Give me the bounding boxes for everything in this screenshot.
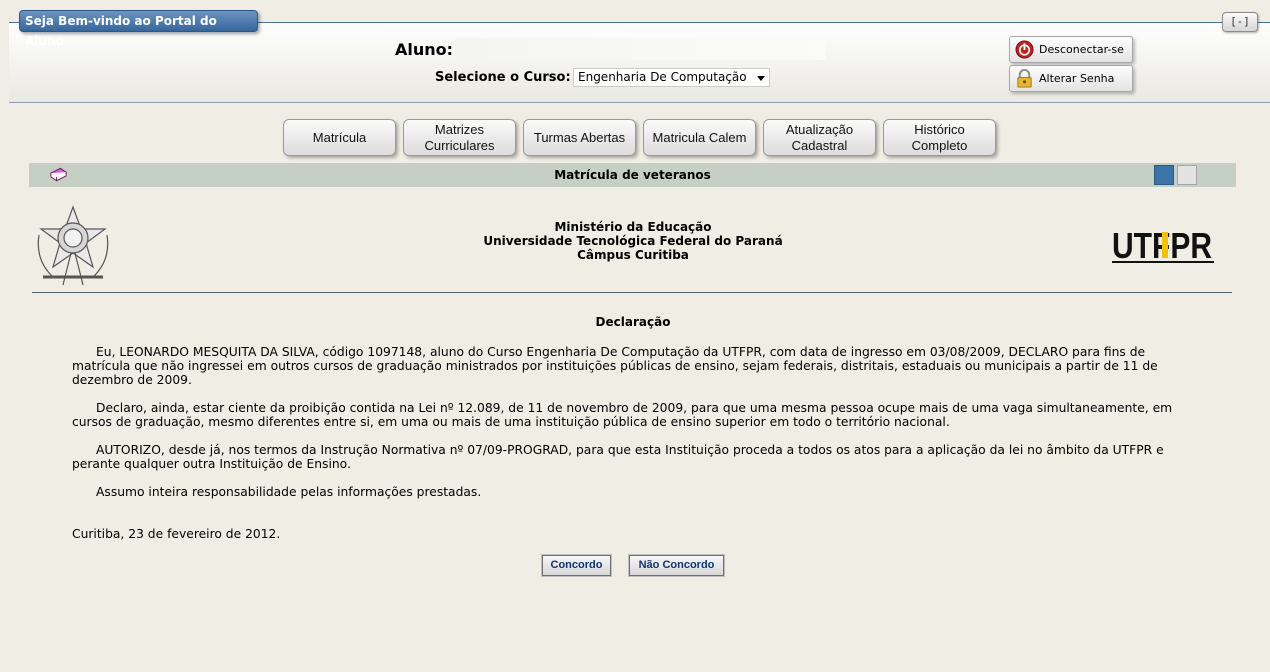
declaration-title: Declaração: [595, 315, 671, 329]
change-password-button[interactable]: Alterar Senha: [1009, 65, 1133, 92]
menu-label: Atualização: [785, 121, 854, 137]
declaration-paragraph-1: Eu, LEONARDO MESQUITA DA SILVA, código 1…: [72, 345, 1158, 387]
menu-matricula-calem-button[interactable]: Matricula Calem: [643, 119, 756, 156]
city-date: Curitiba, 23 de fevereiro de 2012.: [72, 527, 281, 541]
menu-matricula-button[interactable]: Matrícula: [283, 119, 396, 156]
divider: [32, 292, 1232, 293]
menu-label: Curriculares: [424, 137, 495, 153]
menu-label: Completo: [911, 137, 968, 153]
institution-line-campus: Câmpus Curitiba: [577, 248, 689, 262]
view-mode-gray-toggle[interactable]: [1177, 165, 1197, 185]
utfpr-logo: UTFPR: [1112, 226, 1214, 266]
declaration-paragraph-2: Declaro, ainda, estar ciente da proibiçã…: [72, 401, 1173, 429]
menu-matrizes-curriculares-button[interactable]: Matrizes Curriculares: [403, 119, 516, 156]
disconnect-label: Desconectar-se: [1039, 43, 1124, 56]
curso-label: Selecione o Curso:: [435, 70, 571, 85]
institution-header: Ministério da Educação Universidade Tecn…: [433, 220, 833, 262]
chevron-down-icon: [757, 76, 765, 81]
menu-label: Turmas Abertas: [533, 129, 626, 145]
declaration-paragraph-3: AUTORIZO, desde já, nos termos da Instru…: [72, 443, 1164, 471]
menu-label: Matrícula: [312, 129, 367, 145]
menu-label: Histórico: [914, 121, 965, 137]
brazil-coat-of-arms-icon: [37, 205, 109, 286]
menu-label: Matricula Calem: [652, 129, 747, 145]
disconnect-button[interactable]: Desconectar-se: [1009, 36, 1133, 63]
menu-historico-completo-button[interactable]: Histórico Completo: [883, 119, 996, 156]
curso-selected-value: Engenharia De Computação: [578, 70, 747, 84]
curso-select[interactable]: Engenharia De Computação: [573, 68, 770, 87]
menu-label: Matrizes: [434, 121, 485, 137]
menu-atualizacao-cadastral-button[interactable]: Atualização Cadastral: [763, 119, 876, 156]
section-title: Matrícula de veteranos: [554, 168, 711, 182]
menu-turmas-abertas-button[interactable]: Turmas Abertas: [523, 119, 636, 156]
view-mode-blue-toggle[interactable]: [1154, 165, 1174, 185]
lock-icon: [1017, 69, 1032, 88]
agree-button[interactable]: Concordo: [541, 554, 612, 577]
menu-label: Cadastral: [791, 137, 848, 153]
aluno-name-field: [455, 38, 825, 60]
power-icon: [1015, 40, 1034, 59]
institution-line-university: Universidade Tecnológica Federal do Para…: [483, 234, 783, 248]
section-bar: Matrícula de veteranos: [29, 163, 1236, 187]
collapse-button[interactable]: [-]: [1222, 12, 1258, 32]
declaration-paragraph-4: Assumo inteira responsabilidade pelas in…: [96, 485, 482, 499]
disagree-button[interactable]: Não Concordo: [628, 554, 725, 577]
institution-line-ministry: Ministério da Educação: [554, 220, 712, 234]
change-password-label: Alterar Senha: [1039, 72, 1115, 85]
welcome-tab: Seja Bem-vindo ao Portal do Aluno: [19, 10, 258, 48]
aluno-label: Aluno:: [395, 40, 454, 59]
